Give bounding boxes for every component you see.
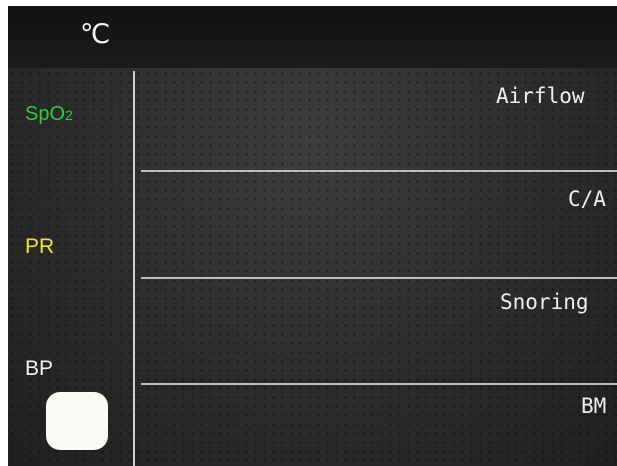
spo2-label-main: SpO <box>25 103 66 125</box>
top-bar: ℃ <box>8 6 617 68</box>
channel-label-bm: BM <box>581 394 607 418</box>
channel-label-snoring: Snoring <box>500 290 589 314</box>
pr-label: PR <box>25 235 55 258</box>
monitor-screen: ℃ SpO2 PR BP Airflow C/A Snoring BM <box>8 6 617 466</box>
bp-label: BP <box>25 357 54 380</box>
temperature-unit: ℃ <box>80 19 111 50</box>
channel-label-ca: C/A <box>568 187 606 211</box>
bp-start-button[interactable] <box>46 392 108 450</box>
channel-separator <box>141 170 617 172</box>
vertical-divider <box>133 71 135 466</box>
spo2-label-subscript: 2 <box>65 107 73 123</box>
channel-separator <box>141 277 617 279</box>
channel-separator <box>141 383 617 385</box>
channel-label-airflow: Airflow <box>496 84 585 108</box>
spo2-label: SpO2 <box>25 102 73 127</box>
